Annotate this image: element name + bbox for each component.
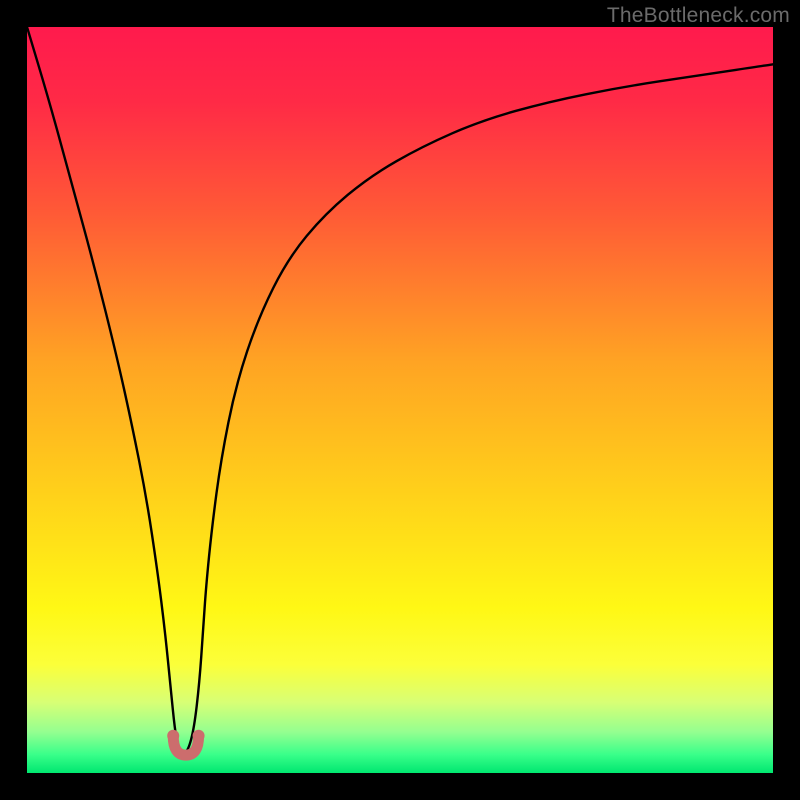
chart-plot-area	[27, 27, 773, 773]
chart-frame: TheBottleneck.com	[0, 0, 800, 800]
gradient-background	[27, 27, 773, 773]
valley-left-dot	[167, 730, 179, 742]
chart-svg	[27, 27, 773, 773]
valley-right-dot	[193, 730, 205, 742]
watermark-text: TheBottleneck.com	[607, 4, 790, 28]
